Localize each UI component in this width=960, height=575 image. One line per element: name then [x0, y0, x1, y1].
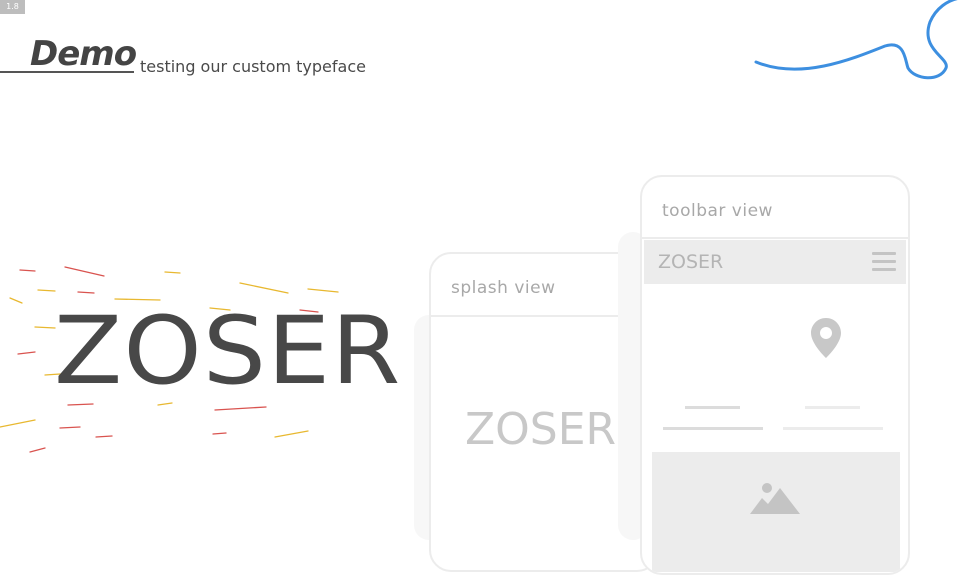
toolbar-view-title: toolbar view: [662, 201, 773, 221]
splash-logo-text: ZOSER: [465, 404, 617, 455]
toolbar-view-divider: [642, 237, 908, 239]
image-icon: [750, 483, 800, 514]
text-placeholder-line: [685, 406, 740, 409]
image-placeholder: [652, 452, 900, 572]
text-placeholder-line: [663, 427, 763, 430]
text-placeholder-line: [783, 427, 883, 430]
toolbar-view-phone: toolbar view ZOSER: [640, 175, 910, 575]
hero-logo-text: ZOSER: [54, 297, 402, 406]
toolbar-logo-text: ZOSER: [658, 251, 724, 273]
location-pin-icon: [811, 318, 841, 358]
blue-squiggle-decoration: [754, 0, 958, 80]
text-placeholder-line: [805, 406, 860, 409]
menu-icon[interactable]: [872, 252, 896, 272]
splash-view-title: splash view: [451, 278, 556, 298]
app-toolbar: ZOSER: [644, 240, 906, 284]
